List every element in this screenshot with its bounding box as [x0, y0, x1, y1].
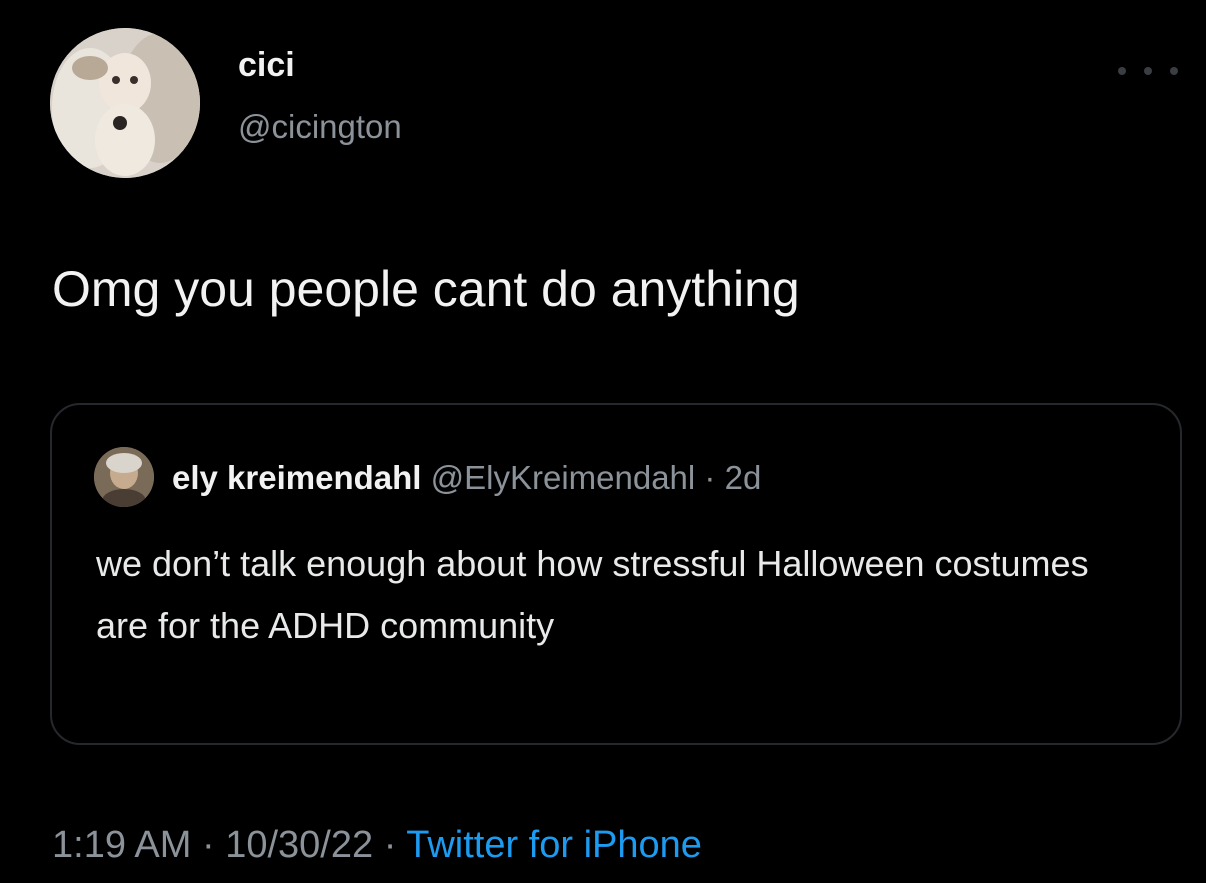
quoted-author-avatar[interactable]	[94, 447, 154, 507]
author-avatar[interactable]	[50, 28, 200, 178]
tweet-time[interactable]: 1:19 AM	[52, 824, 191, 866]
more-dot	[1170, 67, 1178, 75]
tweet-metadata: 1:19 AM · 10/30/22 · Twitter for iPhone	[52, 826, 702, 864]
tweet-source-link[interactable]: Twitter for iPhone	[406, 824, 702, 866]
more-options-icon[interactable]	[1118, 64, 1178, 78]
quoted-author-handle[interactable]: @ElyKreimendahl	[431, 459, 696, 496]
quoted-tweet-card[interactable]: ely kreimendahl @ElyKreimendahl · 2d we …	[50, 403, 1182, 745]
profile-avatar-icon	[50, 28, 200, 178]
quoted-timestamp[interactable]: 2d	[725, 459, 762, 496]
quoted-tweet-text: we don’t talk enough about how stressful…	[96, 543, 1089, 646]
more-dot	[1118, 67, 1126, 75]
footer-separator: ·	[383, 824, 397, 866]
author-handle[interactable]: @cicington	[238, 110, 402, 143]
tweet-text: Omg you people cant do anything	[52, 261, 800, 317]
footer-separator: ·	[201, 824, 215, 866]
quoted-tweet-header: ely kreimendahl @ElyKreimendahl · 2d	[172, 461, 761, 494]
tweet-date[interactable]: 10/30/22	[225, 824, 373, 866]
author-display-name[interactable]: cici	[238, 48, 295, 82]
quoted-separator: ·	[704, 459, 716, 496]
quoted-author-name[interactable]: ely kreimendahl	[172, 459, 421, 496]
more-dot	[1144, 67, 1152, 75]
quoted-avatar-icon	[94, 447, 154, 507]
